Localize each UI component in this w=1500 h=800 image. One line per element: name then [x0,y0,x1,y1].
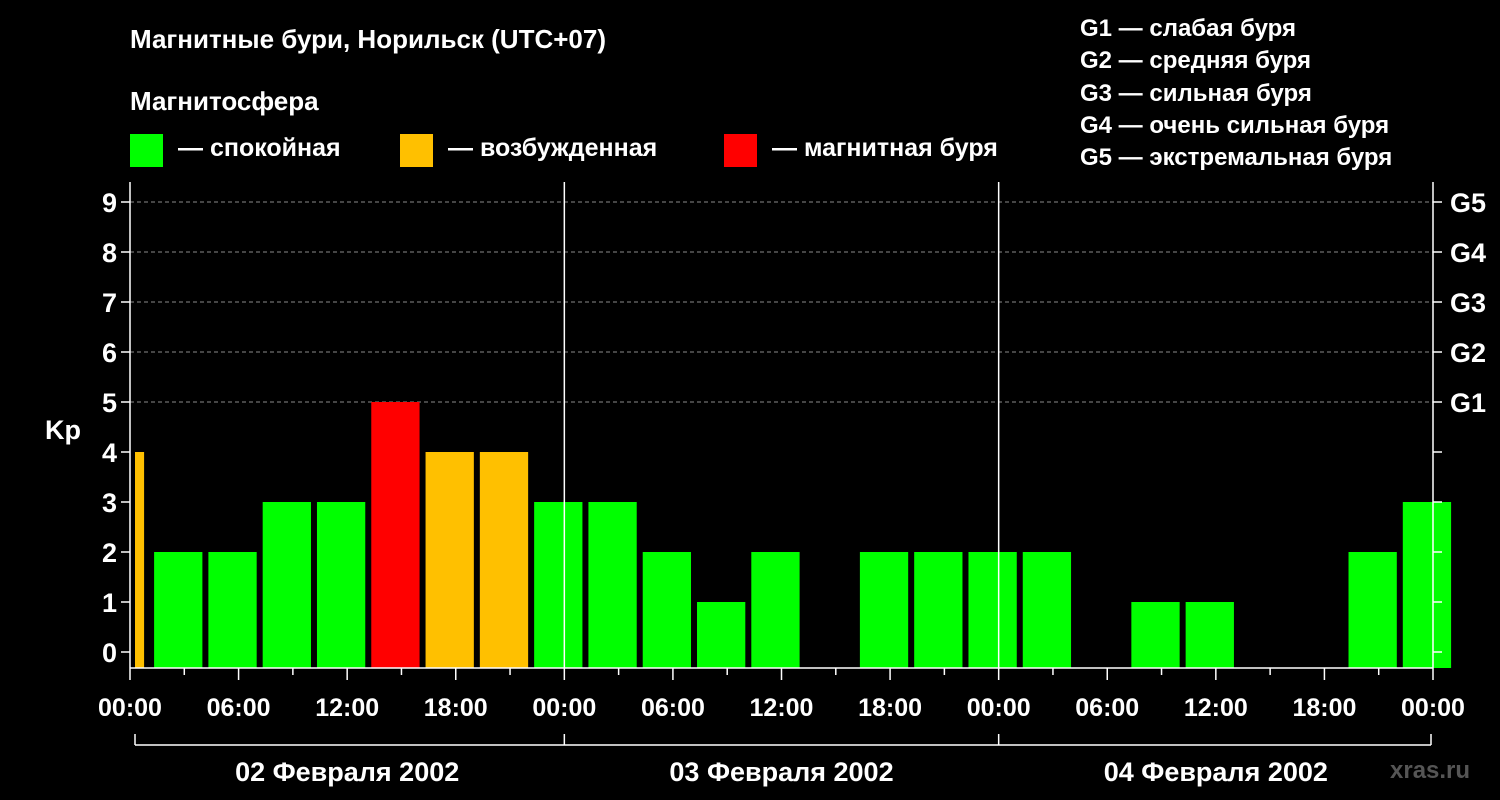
kp-bar [135,452,145,668]
y-tick-label: 3 [102,488,117,518]
tick-labels: 0 1 2 3 4 5 6 7 8 9 Kp G1 G2 G3 G4 G5 00:00 06:00 12:00 18:… [45,188,1486,787]
kp-bar [425,452,474,668]
y-tick-label: 6 [102,338,117,368]
kp-bar [1402,502,1452,668]
date-label: 03 Февраля 2002 [669,757,893,787]
kp-bar [914,552,963,668]
kp-bar [751,552,800,668]
y-tick-label: 2 [102,538,117,568]
kp-bar [208,552,257,668]
x-tick-label: 18:00 [858,694,922,722]
date-label: 02 Февраля 2002 [235,757,459,787]
g-level-label: G1 [1450,388,1486,418]
x-tick-label: 18:00 [1292,694,1356,722]
x-tick-label: 00:00 [1401,694,1465,722]
y-tick-label: 1 [102,588,117,618]
bars [135,402,1452,668]
kp-bar [534,502,583,668]
kp-bar [154,552,203,668]
g-level-label: G3 [1450,288,1486,318]
watermark: xras.ru [1390,757,1471,784]
kp-bar [642,552,692,668]
kp-bar [371,402,420,668]
y-tick-label: 4 [102,438,117,468]
x-tick-label: 12:00 [1184,694,1248,722]
x-tick-label: 12:00 [750,694,814,722]
kp-bar [859,552,909,668]
y-axis-label: Kp [45,415,81,445]
kp-bar [588,502,637,668]
x-tick-label: 06:00 [641,694,705,722]
kp-bar [316,502,366,668]
x-tick-label: 06:00 [1075,694,1139,722]
kp-chart: 0 1 2 3 4 5 6 7 8 9 Kp G1 G2 G3 G4 G5 00:00 06:00 12:00 18:… [45,182,1486,787]
kp-bar [968,552,1017,668]
kp-bar [1348,552,1397,668]
x-tick-label: 00:00 [98,694,162,722]
g-level-label: G4 [1450,238,1486,268]
g-level-label: G5 [1450,188,1486,218]
kp-bar [1131,602,1180,668]
kp-bar [1185,602,1234,668]
y-tick-label: 8 [102,238,117,268]
y-tick-label: 7 [102,288,117,318]
y-tick-label: 0 [102,638,117,668]
kp-bar [479,452,529,668]
x-tick-label: 00:00 [967,694,1031,722]
x-tick-label: 18:00 [424,694,488,722]
x-tick-label: 12:00 [315,694,379,722]
g-level-label: G2 [1450,338,1486,368]
x-tick-label: 06:00 [207,694,271,722]
date-label: 04 Февраля 2002 [1104,757,1328,787]
kp-bar [1022,552,1072,668]
x-tick-label: 00:00 [532,694,596,722]
grid-lines [130,201,1433,403]
y-tick-label: 5 [102,388,117,418]
kp-bar [262,502,311,668]
kp-bar [697,602,746,668]
y-tick-label: 9 [102,188,117,218]
